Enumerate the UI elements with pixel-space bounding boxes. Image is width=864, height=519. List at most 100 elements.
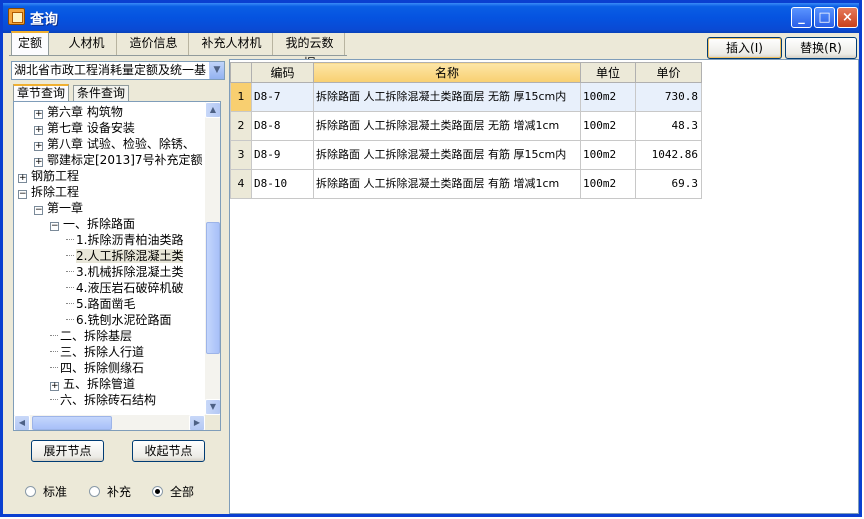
cell-unit[interactable]: 100m2 [580,111,636,141]
radio-all[interactable]: 全部 [152,484,194,500]
radio-checked-icon[interactable] [152,486,163,497]
cell-code[interactable]: D8-9 [251,140,314,170]
tab-price-info[interactable]: 造价信息 [119,33,189,55]
row-index[interactable]: 3 [230,140,252,170]
expand-plus-icon[interactable]: + [34,110,43,119]
query-window: 查询 _ □ × 定额 人材机 造价信息 补充人材机 我的云数据 插入(I) 替… [0,0,862,517]
radio-standard-label: 标准 [43,485,68,499]
tree-node[interactable]: 3.机械拆除混凝土类 [66,264,183,280]
cell-name[interactable]: 拆除路面 人工拆除混凝土类路面层 有筋 增减1cm [313,169,581,199]
scroll-right-icon[interactable]: ▶ [189,415,205,430]
row-index[interactable]: 2 [230,111,252,141]
expand-plus-icon[interactable]: + [34,142,43,151]
table-row[interactable]: 4 D8-10 拆除路面 人工拆除混凝土类路面层 有筋 增减1cm 100m2 69.3 [230,169,702,199]
tab-chapter-query[interactable]: 章节查询 [13,84,70,102]
expand-nodes-button[interactable]: 展开节点 [31,440,104,462]
tree-node[interactable]: − 拆除工程 [18,184,79,200]
cell-unit[interactable]: 100m2 [580,82,636,112]
row-index[interactable]: 4 [230,169,252,199]
radio-standard[interactable]: 标准 [25,484,67,500]
tab-quota[interactable]: 定额 [11,31,49,55]
tab-supplement-materials[interactable]: 补充人材机 [191,33,273,55]
cell-name[interactable]: 拆除路面 人工拆除混凝土类路面层 无筋 增减1cm [313,111,581,141]
table-row[interactable]: 3 D8-9 拆除路面 人工拆除混凝土类路面层 有筋 厚15cm内 100m2 1042… [230,140,702,170]
tree-node-label: 3.机械拆除混凝土类 [76,265,184,279]
tree-connector [50,335,58,336]
title-bar[interactable]: 查询 _ □ × [3,3,859,33]
scroll-thumb-horizontal[interactable] [32,416,112,430]
minimize-button[interactable]: _ [791,7,812,28]
tree-node[interactable]: − 第一章 [34,200,83,216]
tree-node[interactable]: + 鄂建标定[2013]7号补充定额 [34,152,203,168]
cell-price[interactable]: 730.8 [635,82,702,112]
column-header-price[interactable]: 单价 [635,62,702,83]
close-button[interactable]: × [837,7,858,28]
collapse-minus-icon[interactable]: − [18,190,27,199]
tab-materials[interactable]: 人材机 [57,33,117,55]
cell-name[interactable]: 拆除路面 人工拆除混凝土类路面层 无筋 厚15cm内 [313,82,581,112]
chevron-down-icon[interactable]: ▼ [209,62,224,79]
tree-node[interactable]: + 五、拆除管道 [50,376,135,392]
tree-node[interactable]: − 一、拆除路面 [50,216,135,232]
expand-plus-icon[interactable]: + [50,382,59,391]
cell-unit[interactable]: 100m2 [580,140,636,170]
expand-plus-icon[interactable]: + [34,126,43,135]
tree-node[interactable]: + 第七章 设备安装 [34,120,135,136]
tree-node[interactable]: 1.拆除沥青柏油类路 [66,232,183,248]
tree-node[interactable]: + 第八章 试验、检验、除锈、 [34,136,195,152]
tree-node[interactable]: 四、拆除侧缘石 [50,360,144,376]
expand-plus-icon[interactable]: + [34,158,43,167]
tree-node[interactable]: 三、拆除人行道 [50,344,144,360]
scroll-thumb[interactable] [206,222,220,354]
tab-condition-query[interactable]: 条件查询 [73,85,130,102]
column-header-code[interactable]: 编码 [251,62,314,83]
tree-node[interactable]: 二、拆除基层 [50,328,132,344]
cell-unit[interactable]: 100m2 [580,169,636,199]
quota-library-select[interactable]: 湖北省市政工程消耗量定额及统一基 ▼ [11,61,225,80]
radio-circle-icon[interactable] [25,486,36,497]
tree-node-label: 第七章 设备安装 [47,121,135,135]
cell-price[interactable]: 48.3 [635,111,702,141]
query-mode-tabs: 章节查询 条件查询 [13,84,227,102]
tree-node-label: 拆除工程 [31,185,80,199]
radio-supplement[interactable]: 补充 [89,484,131,500]
scroll-left-icon[interactable]: ◀ [14,415,30,430]
column-header-name[interactable]: 名称 [313,62,581,83]
tree-node[interactable]: 六、拆除砖石结构 [50,392,156,408]
collapse-minus-icon[interactable]: − [34,206,43,215]
table-row[interactable]: 1 D8-7 拆除路面 人工拆除混凝土类路面层 无筋 厚15cm内 100m2 730.… [230,82,702,112]
insert-button[interactable]: 插入(I) [707,37,782,59]
tree-node[interactable]: 4.液压岩石破碎机破 [66,280,183,296]
tree-horizontal-scrollbar[interactable]: ◀ ▶ [14,415,205,430]
column-header-unit[interactable]: 单位 [580,62,636,83]
tree-node[interactable]: 6.铣刨水泥砼路面 [66,312,171,328]
tree-connector [50,351,58,352]
maximize-button[interactable]: □ [814,7,835,28]
cell-name[interactable]: 拆除路面 人工拆除混凝土类路面层 有筋 厚15cm内 [313,140,581,170]
row-index[interactable]: 1 [230,82,252,112]
tree-node-label: 钢筋工程 [31,169,80,183]
table-row[interactable]: 2 D8-8 拆除路面 人工拆除混凝土类路面层 无筋 增减1cm 100m2 48.3 [230,111,702,141]
collapse-minus-icon[interactable]: − [50,222,59,231]
radio-circle-icon[interactable] [89,486,100,497]
tree-vertical-scrollbar[interactable]: ▲ ▼ [205,102,220,415]
cell-price[interactable]: 69.3 [635,169,702,199]
cell-price[interactable]: 1042.86 [635,140,702,170]
tab-cloud-data[interactable]: 我的云数据 [275,33,345,70]
scroll-up-icon[interactable]: ▲ [205,102,220,118]
cell-code[interactable]: D8-8 [251,111,314,141]
tree-node[interactable]: + 钢筋工程 [18,168,79,184]
quota-results-grid[interactable]: 编码 名称 单位 单价 1 D8-7 拆除路面 人工拆除混凝土类路面层 无筋 厚15… [229,59,859,514]
chapter-tree[interactable]: + 第六章 构筑物 + 第七章 设备安装 + 第八章 试验、检验、除锈、 + 鄂建标定[201… [13,101,221,431]
tree-node-label: 第六章 构筑物 [47,105,123,119]
cell-code[interactable]: D8-7 [251,82,314,112]
scroll-down-icon[interactable]: ▼ [205,399,220,415]
expand-plus-icon[interactable]: + [18,174,27,183]
tree-node[interactable]: 2.人工拆除混凝土类 [66,248,184,264]
cell-code[interactable]: D8-10 [251,169,314,199]
collapse-nodes-button[interactable]: 收起节点 [132,440,205,462]
tree-node[interactable]: + 第六章 构筑物 [34,104,123,120]
replace-button[interactable]: 替换(R) [785,37,857,59]
tree-node[interactable]: 5.路面凿毛 [66,296,135,312]
scroll-corner [205,415,220,430]
